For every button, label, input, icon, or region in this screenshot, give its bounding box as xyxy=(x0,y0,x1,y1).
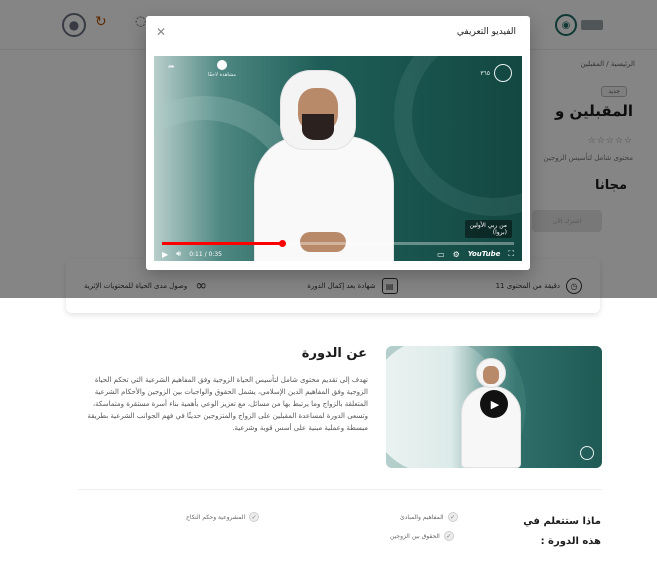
clock-icon xyxy=(217,60,227,70)
play-icon[interactable]: ▶ xyxy=(162,250,168,259)
learn-item: ✓ الحقوق بين الزوجين xyxy=(390,531,454,541)
check-icon: ✓ xyxy=(249,512,260,522)
presenter-beard xyxy=(302,114,334,140)
modal-title: الفيديو التعريفي xyxy=(456,27,516,37)
presenter-video-frame xyxy=(246,64,406,261)
fullscreen-icon[interactable]: ⛶ xyxy=(508,249,514,259)
check-icon: ✓ xyxy=(443,531,454,541)
learn-item-label: الحقوق بين الزوجين xyxy=(390,532,440,540)
video-progress-bar[interactable] xyxy=(162,240,514,247)
presenter-face xyxy=(483,366,499,384)
video-controls: ▶ 🔊︎ 0:11 / 0:35 ▭ ⚙ YouTube ⛶ xyxy=(162,248,514,260)
learn-item: ✓ المشروعية وحكم النكاح xyxy=(186,512,260,522)
youtube-logo[interactable]: YouTube xyxy=(468,250,501,258)
play-icon[interactable]: ▶ xyxy=(480,390,508,418)
channel-tag: ٣٦٥ xyxy=(480,69,490,77)
volume-icon[interactable]: 🔊︎ xyxy=(176,249,181,259)
section-divider xyxy=(78,489,602,490)
caption-line-2: (بروا) xyxy=(492,229,507,236)
channel-logo-icon xyxy=(494,64,512,82)
what-you-will-learn-heading: ماذا ستتعلم في هذه الدورة : xyxy=(523,516,601,547)
video-time: 0:11 / 0:35 xyxy=(189,250,222,258)
watch-later-label: مشاهدة لاحقًا xyxy=(207,72,237,78)
channel-badge: ٣٦٥ xyxy=(480,64,512,82)
channel-logo-icon xyxy=(580,446,594,460)
close-icon[interactable]: ✕ xyxy=(152,23,170,41)
watch-later-button[interactable]: مشاهدة لاحقًا xyxy=(204,60,240,78)
about-course-text: تهدف إلى تقديم محتوى شامل لتأسيس الحياة … xyxy=(87,376,368,432)
progress-scrubber[interactable] xyxy=(278,240,286,247)
video-caption: من ربي الأولين (بروا) xyxy=(464,220,512,238)
learn-item-label: المفاهيم والمبادئ xyxy=(400,513,444,521)
settings-icon[interactable]: ⚙ xyxy=(453,250,460,259)
video-player[interactable]: ➦ مشاهدة لاحقًا ٣٦٥ من ربي الأولين (بروا… xyxy=(154,56,522,261)
check-icon: ✓ xyxy=(447,512,458,522)
learn-item-label: المشروعية وحكم النكاح xyxy=(186,513,246,521)
intro-video-modal: الفيديو التعريفي ✕ ➦ مشاهدة لاحقًا ٣٦٥ م… xyxy=(146,16,530,270)
progress-fill xyxy=(162,242,282,245)
learn-item: ✓ المفاهيم والمبادئ xyxy=(400,512,458,522)
modal-header: الفيديو التعريفي ✕ xyxy=(146,16,530,50)
about-video-thumbnail[interactable]: ▶ xyxy=(386,346,602,468)
subtitles-icon[interactable]: ▭ xyxy=(437,250,445,259)
caption-line-1: من ربي الأولين xyxy=(469,222,507,229)
about-course-heading: عن الدورة xyxy=(301,346,367,361)
share-icon[interactable]: ➦ xyxy=(168,62,175,71)
